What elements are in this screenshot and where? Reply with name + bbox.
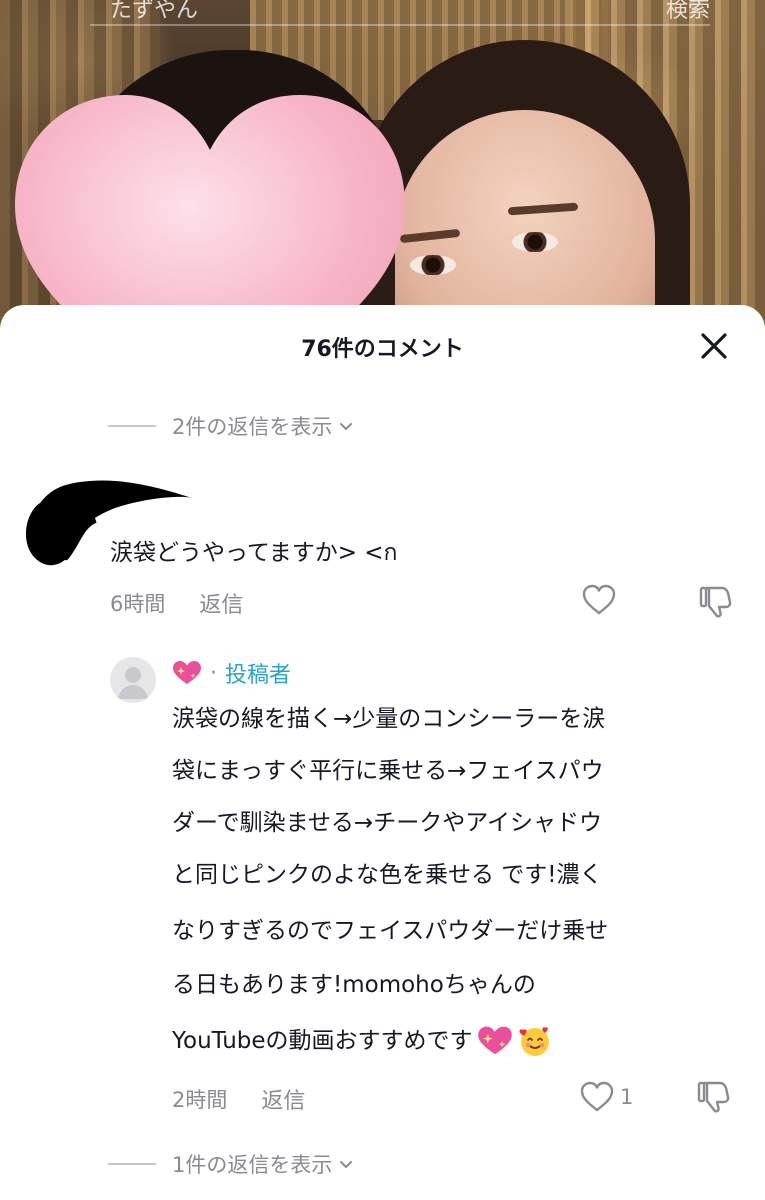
search-query: たずやん [110, 0, 199, 23]
comment-meta: 6時間 返信 [110, 587, 243, 619]
sparkling-heart-icon [173, 661, 201, 684]
author-separator: · [210, 660, 217, 686]
reply-meta: 2時間 返信 [172, 1083, 305, 1115]
reply-like-button[interactable] [580, 1081, 614, 1113]
reply-reply-button[interactable]: 返信 [261, 1083, 305, 1115]
chevron-down-icon [340, 423, 353, 431]
reply-dislike-button[interactable] [696, 1079, 732, 1115]
divider-line [108, 1163, 156, 1165]
view-replies-label: 2件の返信を表示 [172, 415, 333, 439]
comment-text: 涙袋どうやってますか> <ก [110, 540, 398, 566]
eye-left [410, 255, 456, 275]
default-avatar-icon [118, 667, 148, 699]
reply-line-2: 袋にまっすぐ平行に乗せる→フェイスパウ [172, 758, 604, 784]
reply-last-line: YouTubeの動画おすすめです [172, 1021, 553, 1061]
chevron-down-icon [340, 1161, 353, 1169]
reply-author-row: · 投稿者 [172, 657, 291, 689]
search-button[interactable]: 検索 [666, 0, 710, 24]
divider-line [108, 425, 156, 427]
close-icon [701, 333, 727, 359]
comments-sheet: 76件のコメント 2件の返信を表示 涙袋どうやってますか> <ก 6時間 返信 [0, 305, 765, 1200]
view-replies-button[interactable]: 2件の返信を表示 [108, 411, 354, 441]
view-more-replies-label: 1件の返信を表示 [172, 1153, 333, 1177]
comment-dislike-button[interactable] [698, 584, 734, 620]
comment-reply-button[interactable]: 返信 [199, 587, 243, 619]
reply-line-1: 涙袋の線を描く→少量のコンシーラーを涙 [172, 706, 606, 732]
reply-line-6: る日もあります!momohoちゃんの [172, 972, 536, 998]
reply-like-count: 1 [620, 1085, 634, 1109]
reply-line-3: ダーで馴染ませる→チークやアイシャドウ [172, 810, 603, 836]
avatar[interactable] [110, 657, 156, 703]
reply-line-4: と同じピンクのよな色を乗せる です!濃く [172, 862, 603, 888]
search-bar[interactable]: たずやん 検索 [90, 0, 710, 26]
reply-line-7: YouTubeの動画おすすめです [172, 1028, 473, 1054]
heart-outline-icon [582, 584, 616, 615]
sparkling-heart-icon [477, 1026, 512, 1055]
comments-title: 76件のコメント [301, 337, 464, 362]
reply-line-5: なりすぎるのでフェイスパウダーだけ乗せ [172, 918, 609, 944]
reply-time: 2時間 [172, 1088, 228, 1112]
view-more-replies-button[interactable]: 1件の返信を表示 [108, 1149, 354, 1179]
thumbs-down-icon [699, 586, 732, 618]
thumbs-down-icon [697, 1081, 730, 1113]
smiling-face-with-hearts-icon [519, 1027, 549, 1056]
close-button[interactable] [697, 329, 731, 363]
comment-like-button[interactable] [582, 584, 616, 616]
heart-outline-icon [580, 1081, 614, 1112]
eye-right [512, 232, 558, 252]
comment-time: 6時間 [110, 592, 166, 616]
author-tag: 投稿者 [225, 663, 292, 688]
